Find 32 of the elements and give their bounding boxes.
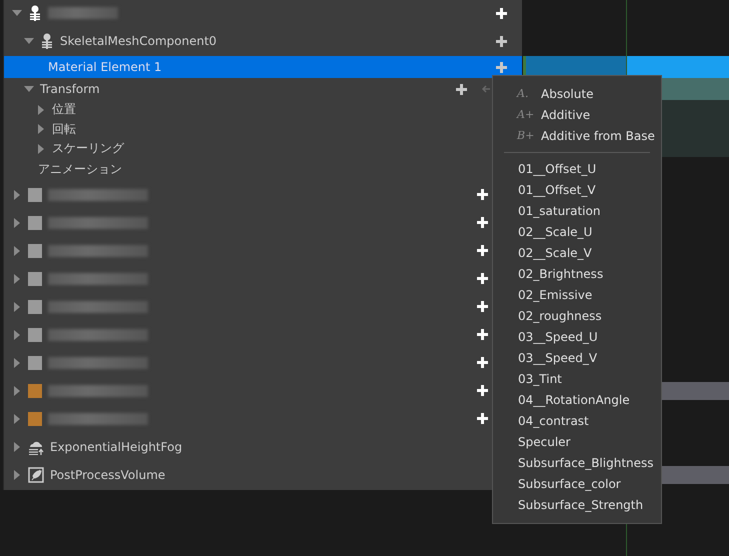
menu-item[interactable]: 03_Tint [493,368,661,389]
tree-label: 回転 [52,120,76,138]
tree-label: 位置 [52,101,76,118]
tree-label: Material Element 1 [48,60,162,74]
menu-item[interactable]: 04__RotationAngle [493,389,661,410]
menu-item[interactable]: 02__Scale_V [493,242,661,263]
menu-item[interactable]: 01__Offset_U [493,158,661,179]
menu-item[interactable]: 04_contrast [493,410,661,431]
menu-item[interactable]: A+ Additive [493,104,661,125]
tree-label: PostProcessVolume [50,468,166,482]
tree-label: SkeletalMeshComponent0 [60,34,217,48]
menu-item[interactable]: A. Absolute [493,83,661,104]
menu-item[interactable]: 02_Brightness [493,263,661,284]
menu-item[interactable]: Subsurface_Blightness [493,452,661,473]
tree-label: ExponentialHeightFog [50,440,182,454]
menu-item[interactable]: B+ Additive from Base [493,125,661,146]
menu-item[interactable]: Subsurface_Strength [493,494,661,515]
blend-mode-icon: A. [517,87,541,100]
blend-mode-icon: B+ [517,129,541,142]
menu-item[interactable]: 02_Emissive [493,284,661,305]
tree-label: スケーリング [52,140,124,158]
menu-item[interactable]: Subsurface_color [493,473,661,494]
menu-item[interactable]: 03__Speed_U [493,326,661,347]
tree-label: Transform [40,82,100,96]
blend-mode-icon: A+ [517,108,541,121]
menu-item[interactable]: 02_roughness [493,305,661,326]
menu-item[interactable]: 01_saturation [493,200,661,221]
menu-item[interactable]: 03__Speed_V [493,347,661,368]
tree-label: アニメーション [38,161,122,178]
menu-item[interactable]: 02__Scale_U [493,221,661,242]
menu-item[interactable]: Speculer [493,431,661,452]
menu-item[interactable]: 01__Offset_V [493,179,661,200]
